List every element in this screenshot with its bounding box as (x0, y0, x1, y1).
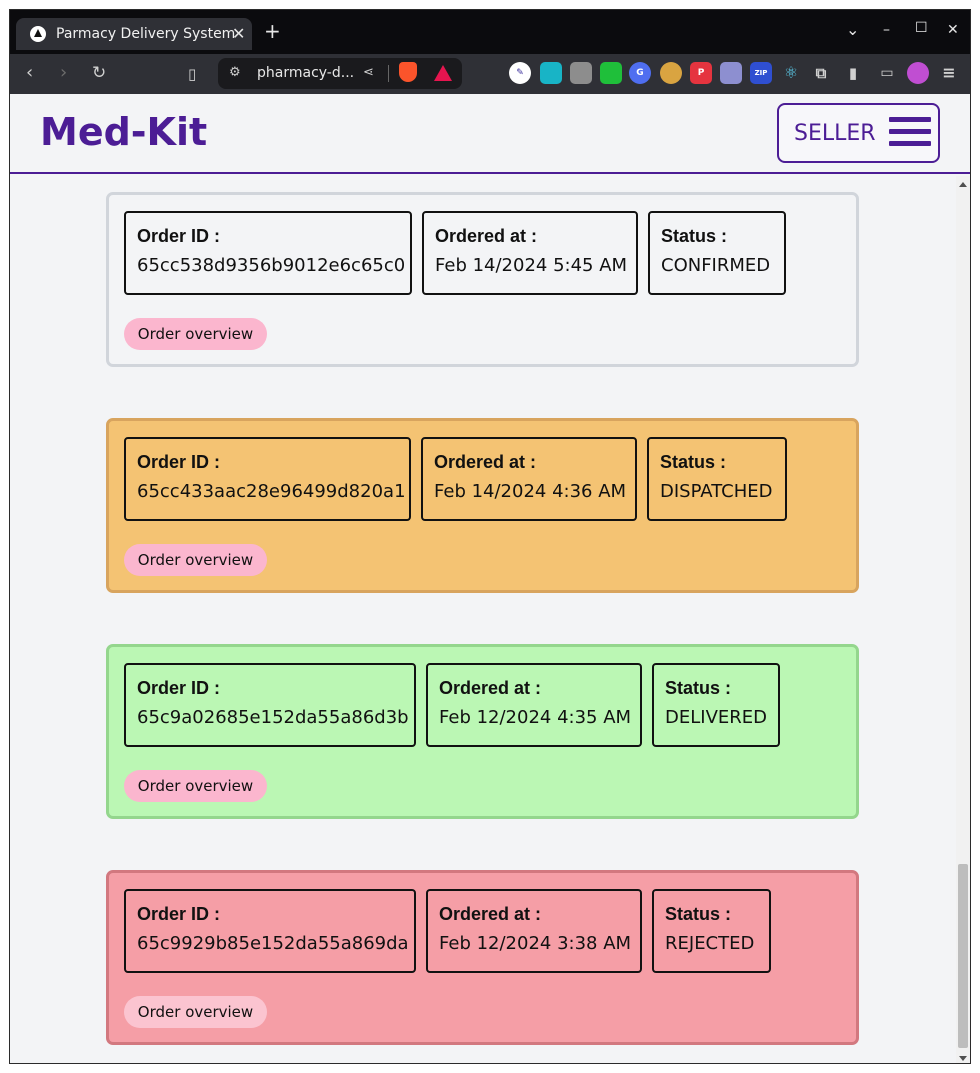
site-header: Med-Kit SELLER (10, 94, 970, 174)
order-id-value: 65cc538d9356b9012e6c65c0 (137, 255, 406, 276)
site-info-icon[interactable]: ⚙ (229, 65, 241, 80)
order-id-value: 65c9929b85e152da55a869da (137, 933, 409, 954)
scrollbar-thumb[interactable] (958, 864, 968, 1048)
extension-pen-icon[interactable]: ✎ (509, 62, 531, 84)
browser-window: Parmacy Delivery System ✕ + ⌄ – ☐ ✕ ‹ › … (9, 9, 971, 1064)
wallet-icon[interactable]: ▭ (876, 62, 898, 84)
order-id-label: Order ID : (137, 452, 221, 472)
minimize-button[interactable]: – (883, 22, 890, 38)
extension-save-icon[interactable] (540, 62, 562, 84)
order-overview-button[interactable]: Order overview (124, 318, 267, 350)
extension-p-icon[interactable]: P (690, 62, 712, 84)
order-id-box: Order ID : 65c9929b85e152da55a869da (124, 889, 416, 973)
ordered-at-label: Ordered at : (439, 904, 542, 924)
menu-icon[interactable]: ≡ (938, 62, 960, 84)
tab-bar: Parmacy Delivery System ✕ + ⌄ – ☐ ✕ (10, 10, 970, 54)
status-value: CONFIRMED (661, 255, 771, 276)
status-label: Status : (665, 904, 732, 924)
status-box: Status : REJECTED (652, 889, 771, 973)
seller-label: SELLER (794, 121, 876, 146)
order-overview-button[interactable]: Order overview (124, 770, 267, 802)
status-label: Status : (665, 678, 732, 698)
status-box: Status : CONFIRMED (648, 211, 786, 295)
order-id-label: Order ID : (137, 226, 221, 246)
order-overview-button[interactable]: Order overview (124, 996, 267, 1028)
status-label: Status : (661, 226, 728, 246)
tab-title: Parmacy Delivery System (56, 26, 236, 42)
maximize-button[interactable]: ☐ (915, 20, 928, 36)
order-id-value: 65cc433aac28e96499d820a1 (137, 481, 406, 502)
order-card: Order ID : 65c9a02685e152da55a86d3b Orde… (106, 644, 859, 819)
forward-icon[interactable]: › (60, 63, 67, 83)
page-scrollbar[interactable] (956, 176, 970, 1063)
tab-search-icon[interactable]: ⌄ (846, 20, 859, 39)
extension-globe-icon[interactable] (660, 62, 682, 84)
brave-rewards-icon[interactable] (434, 65, 452, 81)
reload-icon[interactable]: ↻ (92, 63, 106, 83)
address-divider (388, 65, 389, 82)
order-id-label: Order ID : (137, 904, 221, 924)
hamburger-icon (889, 117, 931, 150)
new-tab-button[interactable]: + (264, 21, 281, 41)
order-card: Order ID : 65cc433aac28e96499d820a1 Orde… (106, 418, 859, 593)
address-bar[interactable]: ⚙ pharmacy-d... ⋖ (218, 58, 462, 89)
status-label: Status : (660, 452, 727, 472)
back-icon[interactable]: ‹ (26, 63, 33, 83)
order-card: Order ID : 65cc538d9356b9012e6c65c0 Orde… (106, 192, 859, 367)
ordered-at-value: Feb 12/2024 4:35 AM (439, 707, 632, 728)
order-id-box: Order ID : 65c9a02685e152da55a86d3b (124, 663, 416, 747)
ordered-at-value: Feb 14/2024 5:45 AM (435, 255, 628, 276)
ordered-at-box: Ordered at : Feb 12/2024 3:38 AM (426, 889, 642, 973)
seller-menu-button[interactable]: SELLER (777, 103, 940, 163)
order-overview-button[interactable]: Order overview (124, 544, 267, 576)
tab-close-icon[interactable]: ✕ (232, 24, 245, 43)
tab-active[interactable]: Parmacy Delivery System ✕ (16, 18, 252, 50)
ordered-at-box: Ordered at : Feb 12/2024 4:35 AM (426, 663, 642, 747)
order-id-box: Order ID : 65cc538d9356b9012e6c65c0 (124, 211, 412, 295)
status-value: DISPATCHED (660, 481, 773, 502)
brave-shields-icon[interactable] (399, 62, 417, 82)
bookmark-icon[interactable]: ▯ (188, 64, 196, 84)
status-value: REJECTED (665, 933, 755, 954)
order-id-box: Order ID : 65cc433aac28e96499d820a1 (124, 437, 411, 521)
ordered-at-label: Ordered at : (435, 226, 538, 246)
extension-lock-icon[interactable] (600, 62, 622, 84)
scroll-up-arrow-icon[interactable] (959, 182, 967, 187)
order-id-label: Order ID : (137, 678, 221, 698)
ordered-at-box: Ordered at : Feb 14/2024 4:36 AM (421, 437, 637, 521)
extension-translate-icon[interactable]: G (629, 62, 651, 84)
extension-card-icon[interactable] (570, 62, 592, 84)
ordered-at-value: Feb 14/2024 4:36 AM (434, 481, 627, 502)
ordered-at-box: Ordered at : Feb 14/2024 5:45 AM (422, 211, 638, 295)
order-id-value: 65c9a02685e152da55a86d3b (137, 707, 409, 728)
site-favicon-icon (30, 26, 46, 42)
browser-toolbar: ‹ › ↻ ▯ ⚙ pharmacy-d... ⋖ ✎ G P ZIP ⚛ ⧉ … (10, 54, 970, 94)
extensions-puzzle-icon[interactable]: ⧉ (810, 62, 832, 84)
ordered-at-label: Ordered at : (434, 452, 537, 472)
status-value: DELIVERED (665, 707, 767, 728)
extension-screen-icon[interactable] (720, 62, 742, 84)
order-card: Order ID : 65c9929b85e152da55a869da Orde… (106, 870, 859, 1045)
scroll-down-arrow-icon[interactable] (959, 1056, 967, 1061)
status-box: Status : DISPATCHED (647, 437, 787, 521)
status-box: Status : DELIVERED (652, 663, 780, 747)
site-logo[interactable]: Med-Kit (40, 110, 207, 154)
share-icon[interactable]: ⋖ (363, 65, 374, 80)
extension-react-icon[interactable]: ⚛ (780, 62, 802, 84)
orders-list: Order ID : 65cc538d9356b9012e6c65c0 Orde… (10, 176, 956, 1063)
url-text[interactable]: pharmacy-d... (257, 65, 354, 81)
close-window-button[interactable]: ✕ (947, 22, 959, 38)
ordered-at-label: Ordered at : (439, 678, 542, 698)
ordered-at-value: Feb 12/2024 3:38 AM (439, 933, 632, 954)
extension-zip-icon[interactable]: ZIP (750, 62, 772, 84)
profile-avatar[interactable] (907, 62, 929, 84)
sidebar-toggle-icon[interactable]: ▮ (842, 62, 864, 84)
